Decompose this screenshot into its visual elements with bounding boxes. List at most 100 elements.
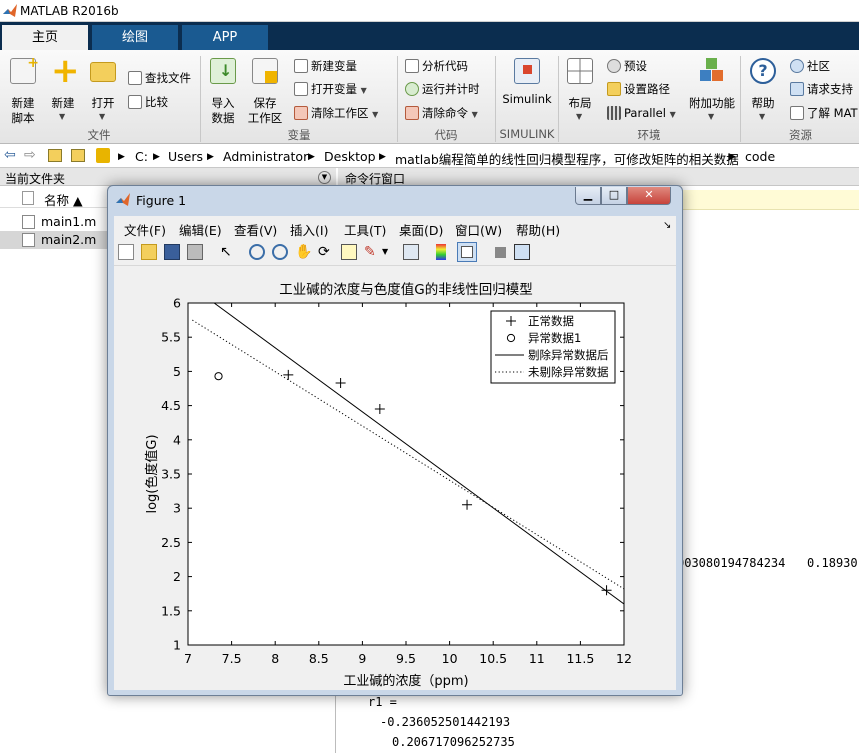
file-type-icon — [22, 191, 34, 205]
y-tick-label: 5 — [173, 364, 181, 379]
open-button[interactable]: 打开 ▼ — [86, 56, 120, 124]
chevron-down-icon: ▼ — [360, 86, 367, 95]
clear-workspace-button[interactable]: 清除工作区 ▼ — [294, 105, 378, 123]
minimize-icon[interactable]: ▁ — [575, 187, 601, 205]
pan-icon[interactable]: ✋ — [295, 244, 312, 260]
zoom-out-icon[interactable] — [272, 244, 288, 260]
zoom-in-icon[interactable] — [249, 244, 265, 260]
panel-actions-icon[interactable]: ▼ — [318, 171, 331, 184]
breadcrumb-item[interactable]: C: — [135, 149, 148, 164]
tab-home[interactable]: 主页 — [2, 25, 88, 50]
output-line: 003080194784234 0.18930 — [677, 556, 858, 570]
colorbar-icon[interactable] — [436, 244, 446, 260]
menu-overflow-icon[interactable]: ↘ — [663, 220, 671, 231]
open-variable-button[interactable]: 打开变量 ▼ — [294, 81, 367, 99]
pointer-icon[interactable]: ↖ — [220, 244, 236, 260]
help-button[interactable]: ? 帮助 ▼ — [746, 56, 780, 124]
community-button[interactable]: 社区 — [790, 58, 830, 74]
tab-plots[interactable]: 绘图 — [92, 25, 178, 50]
name-column-label: 名称 ▲ — [44, 193, 83, 208]
layout-icon — [567, 58, 593, 84]
open-variable-icon — [294, 82, 308, 96]
figure-titlebar[interactable]: Figure 1 ▁ □ ✕ — [108, 186, 682, 214]
chevron-down-icon[interactable]: ▼ — [382, 247, 388, 256]
breadcrumb-item[interactable]: Users — [168, 149, 203, 164]
breadcrumb-arrow-icon: ▶ — [729, 152, 736, 162]
y-tick-label: 3.5 — [161, 467, 181, 482]
menu-tools[interactable]: 工具(T) — [344, 220, 386, 239]
new-variable-label: 新建变量 — [311, 59, 357, 73]
legend-icon[interactable] — [457, 242, 477, 262]
section-resources: 资源 — [789, 128, 812, 142]
brush-icon[interactable]: ✎ — [364, 244, 380, 260]
learn-matlab-button[interactable]: 了解 MAT — [790, 105, 859, 121]
save-icon[interactable] — [164, 244, 180, 260]
plot-svg[interactable]: 7 7.5 8 8.5 9 9.5 10 10.5 11 11.5 1211.522.533.544… — [114, 266, 676, 690]
dock-icon[interactable] — [514, 244, 530, 260]
current-folder-title: 当前文件夹 — [5, 172, 66, 186]
new-button[interactable]: + 新建 ▼ — [46, 54, 80, 124]
menu-file[interactable]: 文件(F) — [124, 220, 166, 239]
menu-help[interactable]: 帮助(H) — [516, 220, 560, 239]
maximize-icon[interactable]: □ — [601, 187, 627, 205]
x-tick-label: 7.5 — [222, 651, 242, 666]
chevron-down-icon: ▼ — [576, 112, 583, 121]
community-label: 社区 — [807, 59, 830, 73]
close-icon[interactable]: ✕ — [627, 187, 671, 205]
forward-arrow-icon[interactable]: ⇨ — [24, 147, 36, 163]
simulink-button[interactable]: Simulink — [500, 56, 554, 124]
rotate-icon[interactable]: ⟳ — [318, 244, 334, 260]
link-icon[interactable] — [403, 244, 419, 260]
data-cursor-icon[interactable] — [341, 244, 357, 260]
up-folder-icon[interactable] — [48, 149, 62, 162]
back-arrow-icon[interactable]: ⇦ — [4, 147, 16, 163]
menu-desktop[interactable]: 桌面(D) — [399, 220, 443, 239]
layout-label: 布局 — [568, 96, 592, 110]
clear-commands-button[interactable]: 清除命令 ▼ — [405, 105, 478, 123]
new-variable-icon — [294, 59, 308, 73]
add-ons-button[interactable]: 附加功能 ▼ — [686, 56, 738, 124]
figure-window[interactable]: Figure 1 ▁ □ ✕ 文件(F) 编辑(E) 查看(V) 插入(I) 工… — [107, 185, 683, 696]
menu-insert[interactable]: 插入(I) — [290, 220, 328, 239]
tab-apps[interactable]: APP — [182, 25, 268, 50]
import-data-button[interactable]: ↓ 导入 数据 — [206, 56, 240, 125]
breadcrumb-item[interactable]: code — [745, 149, 775, 164]
x-tick-label: 9 — [358, 651, 366, 666]
analyze-code-button[interactable]: 分析代码 — [405, 58, 468, 74]
chevron-down-icon: ▼ — [708, 112, 715, 121]
breadcrumb-item[interactable]: matlab编程简单的线性回归模型程序，可修改矩阵的相关数据 — [395, 149, 739, 168]
hide-tools-icon[interactable] — [495, 247, 506, 258]
find-files-label: 查找文件 — [145, 71, 191, 85]
menu-edit[interactable]: 编辑(E) — [179, 220, 222, 239]
new-script-button[interactable]: + 新建 脚本 — [6, 55, 40, 125]
section-environment: 环境 — [637, 128, 661, 142]
menu-window[interactable]: 窗口(W) — [455, 220, 502, 239]
set-path-button[interactable]: 设置路径 — [607, 81, 670, 97]
legend-entry: 正常数据 — [528, 314, 574, 328]
find-files-button[interactable]: 查找文件 — [128, 70, 191, 86]
learn-icon — [790, 106, 804, 120]
figure-canvas[interactable]: 7 7.5 8 8.5 9 9.5 10 10.5 11 11.5 12 1 1.5 2 2.5 3 3.5 4 4… — [114, 266, 676, 690]
parallel-label: Parallel — [624, 106, 666, 120]
menu-view[interactable]: 查看(V) — [234, 220, 277, 239]
new-figure-icon[interactable] — [118, 244, 134, 260]
compare-button[interactable]: 比较 — [128, 94, 168, 110]
request-support-button[interactable]: 请求支持 — [790, 81, 853, 97]
parallel-button[interactable]: Parallel ▼ — [607, 105, 676, 123]
preferences-button[interactable]: 预设 — [607, 58, 647, 74]
command-window-header: 命令行窗口 — [338, 168, 859, 186]
new-variable-button[interactable]: 新建变量 — [294, 58, 357, 74]
x-tick-label: 11.5 — [566, 651, 594, 666]
learn-matlab-label: 了解 MAT — [807, 106, 858, 120]
run-and-time-button[interactable]: 运行并计时 — [405, 81, 480, 97]
file-name: main1.m — [41, 214, 97, 229]
open-icon[interactable] — [141, 244, 157, 260]
ribbon-divider — [558, 56, 559, 142]
browse-folder-icon[interactable] — [71, 149, 85, 162]
breadcrumb-item[interactable]: Desktop — [324, 149, 376, 164]
import-label: 导入 数据 — [211, 96, 235, 125]
layout-button[interactable]: 布局 ▼ — [562, 56, 598, 124]
save-workspace-button[interactable]: 保存 工作区 — [246, 56, 284, 125]
print-icon[interactable] — [187, 244, 203, 260]
breadcrumb-item[interactable]: Administrator — [223, 149, 308, 164]
